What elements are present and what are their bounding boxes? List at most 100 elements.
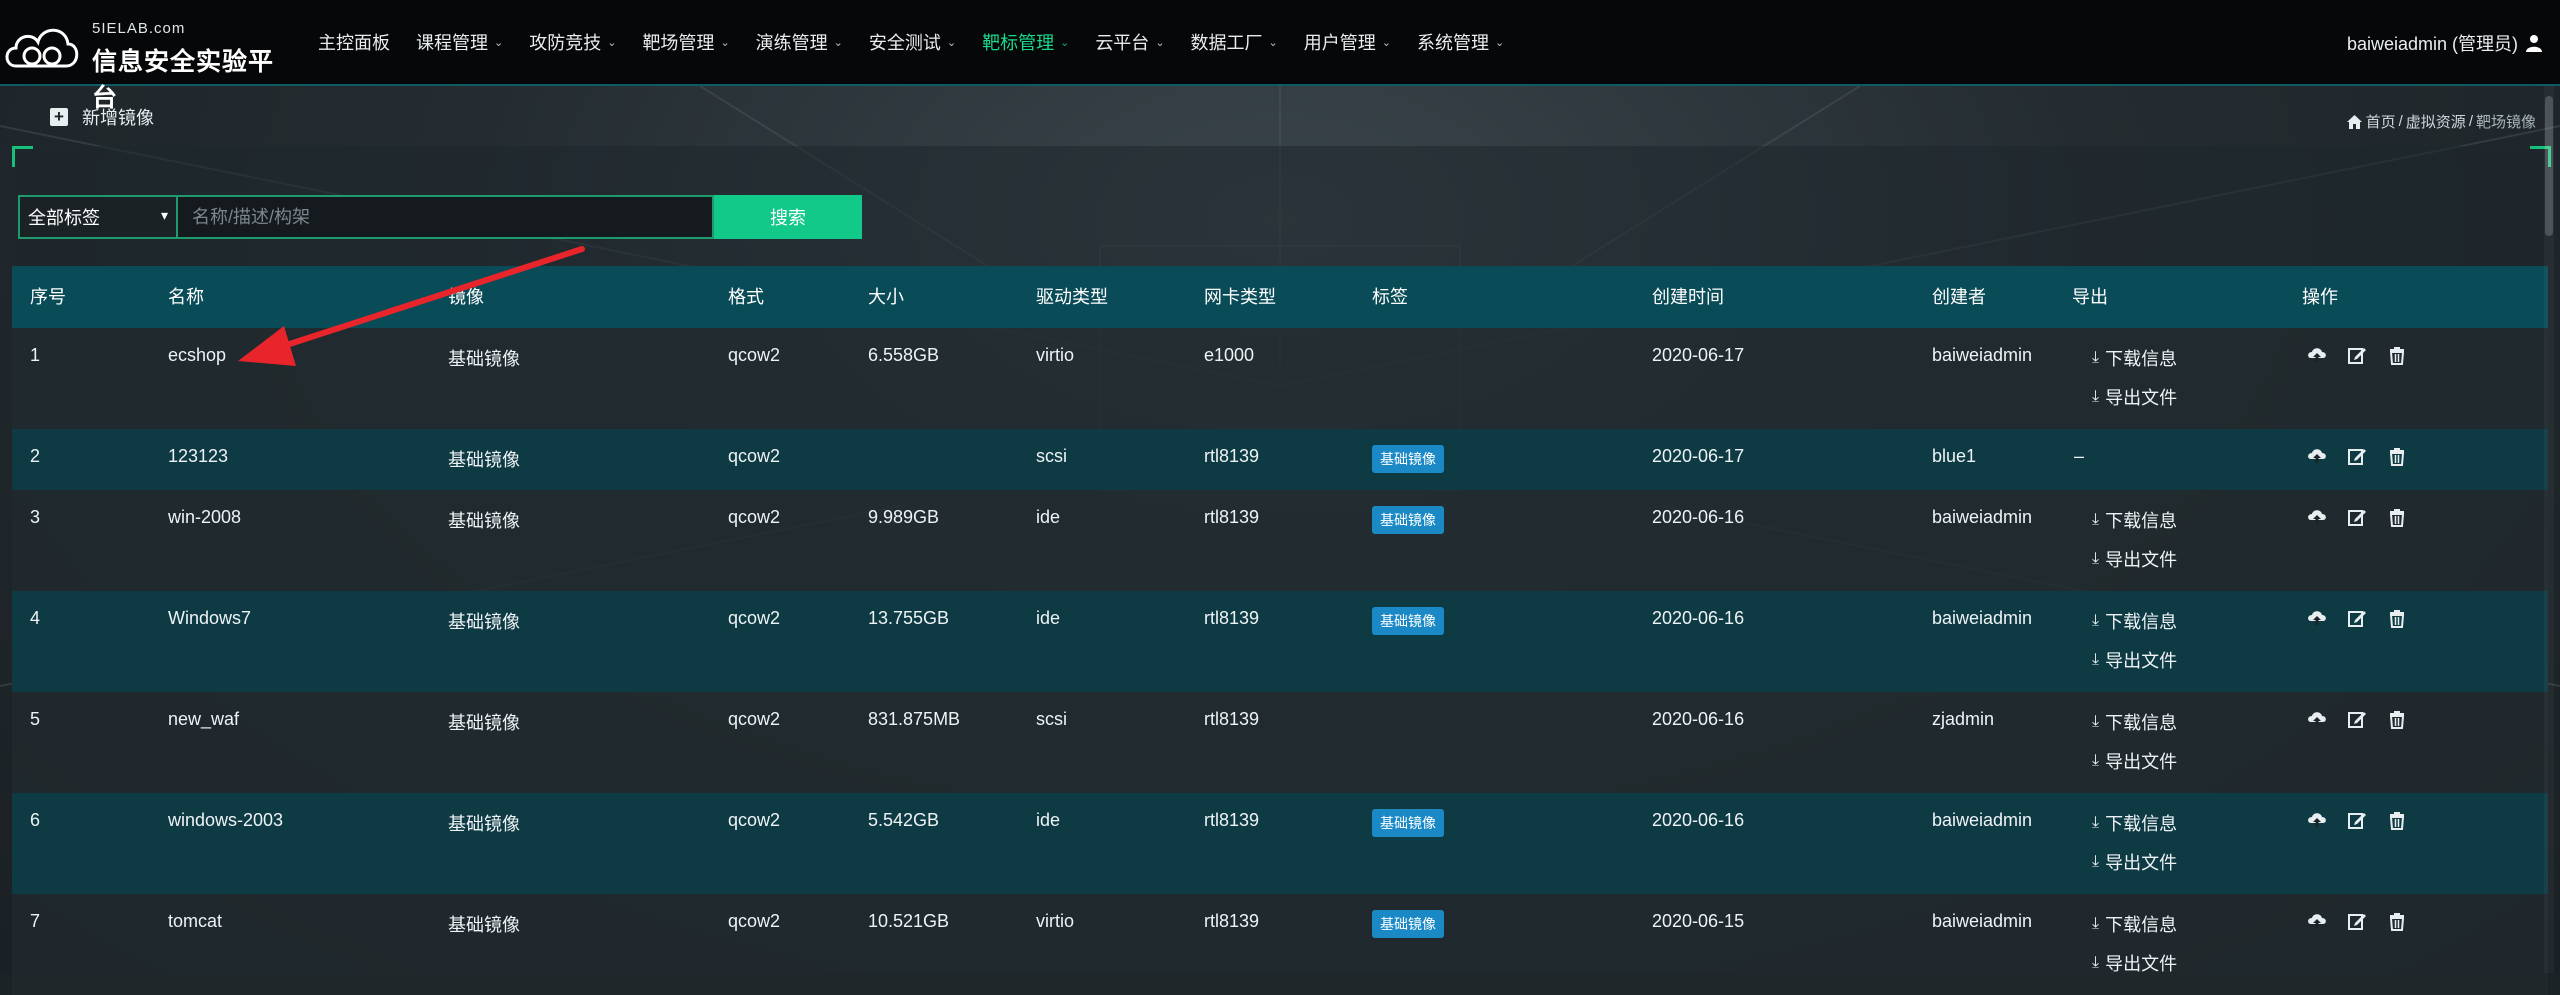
upload-icon[interactable]	[2306, 708, 2328, 730]
cell-created: 2020-06-15	[1652, 911, 1745, 931]
tag-badge: 基础镜像	[1372, 910, 1444, 938]
download-info-label: 下载信息	[2105, 713, 2178, 733]
download-icon: ⤓	[2092, 814, 2100, 831]
cell-name[interactable]: windows-2003	[168, 810, 283, 831]
search-input[interactable]	[178, 195, 714, 239]
export-file-link[interactable]: ⤓ 导出文件	[2092, 384, 2177, 410]
trash-icon[interactable]	[2386, 910, 2408, 932]
cell-name[interactable]: Windows7	[168, 608, 251, 629]
edit-icon[interactable]	[2346, 708, 2368, 730]
chevron-down-icon: ⌄	[1060, 36, 1070, 49]
nav-item[interactable]: 用户管理 ⌄	[1304, 29, 1391, 55]
edit-icon[interactable]	[2346, 607, 2368, 629]
cell-creator: baiweiadmin	[1932, 810, 2033, 830]
download-info-link[interactable]: ⤓ 下载信息	[2092, 709, 2177, 735]
download-info-link[interactable]: ⤓ 下载信息	[2092, 810, 2177, 836]
download-icon: ⤓	[2092, 349, 2100, 366]
export-file-link[interactable]: ⤓ 导出文件	[2092, 748, 2177, 774]
cell-type: 基础镜像	[448, 915, 520, 935]
trash-icon[interactable]	[2386, 708, 2408, 730]
cell-size: 6.558GB	[868, 345, 940, 365]
edit-icon[interactable]	[2346, 910, 2368, 932]
table-row: 3 win-2008 基础镜像 qcow2 9.989GB ide rtl8139 2020-…	[12, 490, 2548, 591]
header-size: 大小	[868, 287, 904, 307]
breadcrumb-home[interactable]: 首页	[2366, 111, 2396, 132]
cell-driver: ide	[1036, 810, 1061, 830]
table-row: 7 tomcat 基础镜像 qcow2 10.521GB virtio rtl8139 202…	[12, 894, 2548, 995]
row-actions	[2306, 344, 2426, 366]
nav-item-label: 演练管理	[755, 33, 828, 53]
trash-icon[interactable]	[2386, 344, 2408, 366]
logo[interactable]: 5IELAB.com 信息安全实验平台	[2, 14, 282, 112]
cell-size: 831.875MB	[868, 709, 961, 729]
trash-icon[interactable]	[2386, 506, 2408, 528]
cell-name[interactable]: 123123	[168, 446, 228, 467]
scrollbar-thumb[interactable]	[2545, 96, 2553, 236]
cell-type: 基础镜像	[448, 713, 520, 733]
cell-name[interactable]: win-2008	[168, 507, 241, 528]
download-info-link[interactable]: ⤓ 下载信息	[2092, 507, 2177, 533]
edit-icon[interactable]	[2346, 809, 2368, 831]
nav-item[interactable]: 主控面板	[318, 29, 390, 55]
header-no: 序号	[30, 287, 66, 307]
upload-icon[interactable]	[2306, 445, 2328, 467]
export-file-link[interactable]: ⤓ 导出文件	[2092, 546, 2177, 572]
trash-icon[interactable]	[2386, 445, 2408, 467]
upload-icon[interactable]	[2306, 344, 2328, 366]
cell-driver: scsi	[1036, 709, 1067, 729]
download-icon: ⤓	[2092, 713, 2100, 730]
download-info-link[interactable]: ⤓ 下载信息	[2092, 608, 2177, 634]
cell-creator: baiweiadmin	[1932, 507, 2033, 527]
edit-icon[interactable]	[2346, 445, 2368, 467]
breadcrumb-separator: /	[2468, 113, 2473, 130]
edit-icon[interactable]	[2346, 506, 2368, 528]
cell-creator: baiweiadmin	[1932, 911, 2033, 931]
search-button[interactable]: 搜索	[714, 195, 862, 239]
add-image-button[interactable]: + 新增镜像	[50, 104, 154, 130]
download-info-link[interactable]: ⤓ 下载信息	[2092, 911, 2177, 937]
download-info-link[interactable]: ⤓ 下载信息	[2092, 345, 2177, 371]
cell-format: qcow2	[728, 507, 781, 527]
upload-icon[interactable]	[2306, 910, 2328, 932]
cell-driver: scsi	[1036, 446, 1067, 466]
cell-created: 2020-06-17	[1652, 446, 1745, 466]
nav-item-label: 靶场管理	[642, 33, 715, 53]
export-file-link[interactable]: ⤓ 导出文件	[2092, 647, 2177, 673]
user-menu[interactable]: baiweiadmin (管理员)	[2347, 30, 2542, 56]
nav-item[interactable]: 课程管理 ⌄	[416, 29, 503, 55]
nav-item-label: 靶标管理	[982, 33, 1055, 53]
row-actions	[2306, 708, 2426, 730]
plus-icon: +	[50, 108, 68, 126]
nav-item[interactable]: 安全测试 ⌄	[869, 29, 956, 55]
tag-filter-select[interactable]: 全部标签 ▾	[18, 195, 178, 239]
tag-badge: 基础镜像	[1372, 445, 1444, 473]
row-actions	[2306, 910, 2426, 932]
page-scrollbar[interactable]	[2544, 86, 2554, 973]
cell-creator: baiweiadmin	[1932, 608, 2033, 628]
cell-name[interactable]: ecshop	[168, 345, 226, 366]
export-file-link[interactable]: ⤓ 导出文件	[2092, 950, 2177, 976]
edit-icon[interactable]	[2346, 344, 2368, 366]
upload-icon[interactable]	[2306, 809, 2328, 831]
breadcrumb-section[interactable]: 虚拟资源	[2406, 111, 2466, 132]
nav-item[interactable]: 攻防竞技 ⌄	[529, 29, 616, 55]
cell-name[interactable]: tomcat	[168, 911, 222, 932]
upload-icon[interactable]	[2306, 506, 2328, 528]
nav-item[interactable]: 系统管理 ⌄	[1417, 29, 1504, 55]
nav-item-label: 攻防竞技	[529, 33, 602, 53]
upload-icon[interactable]	[2306, 607, 2328, 629]
nav-item[interactable]: 数据工厂 ⌄	[1191, 29, 1278, 55]
trash-icon[interactable]	[2386, 607, 2408, 629]
row-actions	[2306, 506, 2426, 528]
nav-item[interactable]: 靶场管理 ⌄	[642, 29, 729, 55]
trash-icon[interactable]	[2386, 809, 2408, 831]
nav-item[interactable]: 云平台 ⌄	[1095, 29, 1164, 55]
add-image-label: 新增镜像	[82, 108, 154, 128]
nav-item[interactable]: 演练管理 ⌄	[756, 29, 843, 55]
cell-name[interactable]: new_waf	[168, 709, 239, 730]
cell-creator: zjadmin	[1932, 709, 1995, 729]
nav-item[interactable]: 靶标管理 ⌄	[982, 29, 1069, 55]
home-icon	[2346, 114, 2362, 129]
export-file-link[interactable]: ⤓ 导出文件	[2092, 849, 2177, 875]
chevron-down-icon: ⌄	[1381, 36, 1391, 49]
